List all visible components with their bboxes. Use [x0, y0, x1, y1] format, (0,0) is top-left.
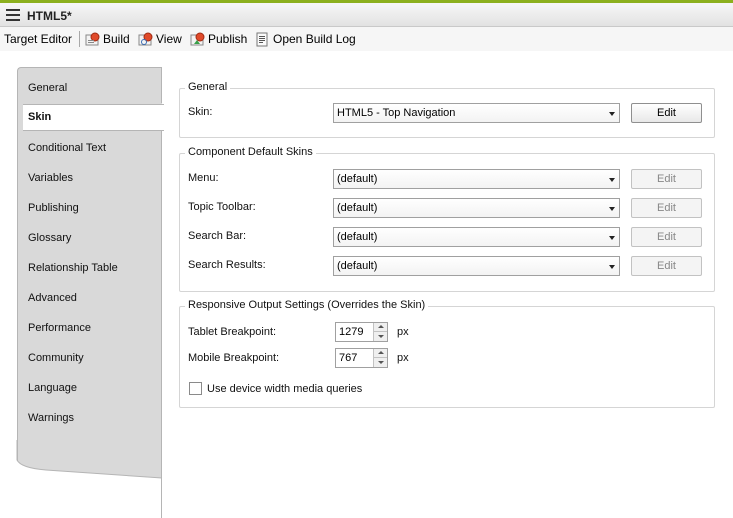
general-group: General Skin: HTML5 - Top Navigation Edi… [179, 81, 715, 138]
panel-border [161, 67, 162, 103]
panel-border [161, 131, 162, 518]
tab-relationship-table[interactable]: Relationship Table [28, 262, 118, 274]
tab-skin[interactable]: Skin [23, 104, 164, 131]
menu-edit-button[interactable]: Edit [631, 169, 702, 189]
topic-toolbar-skin-select[interactable]: (default) [333, 198, 620, 218]
tab-performance[interactable]: Performance [28, 322, 91, 334]
stepper-down-icon[interactable] [373, 332, 387, 341]
tab-community[interactable]: Community [28, 352, 84, 364]
search-bar-skin-select[interactable]: (default) [333, 227, 620, 247]
hamburger-menu-icon[interactable] [6, 9, 20, 21]
tab-conditional-text[interactable]: Conditional Text [28, 142, 106, 154]
responsive-output-group: Responsive Output Settings (Overrides th… [179, 299, 715, 408]
search-bar-edit-button[interactable]: Edit [631, 227, 702, 247]
tab-publishing[interactable]: Publishing [28, 202, 79, 214]
chevron-down-icon [609, 178, 615, 182]
title-bar: HTML5* [0, 0, 733, 27]
chevron-down-icon [609, 112, 615, 116]
general-group-legend: General [185, 81, 231, 93]
skin-label: Skin: [188, 106, 213, 118]
target-editor-label: Target Editor [4, 32, 73, 46]
tab-glossary[interactable]: Glossary [28, 232, 71, 244]
publish-icon [190, 32, 205, 45]
device-width-media-queries-label: Use device width media queries [207, 383, 363, 395]
chevron-down-icon [609, 265, 615, 269]
component-default-skins-group: Component Default Skins Menu: (default) … [179, 146, 715, 292]
tablet-breakpoint-stepper[interactable]: 1279 [335, 322, 388, 342]
chevron-down-icon [609, 207, 615, 211]
stepper-up-icon[interactable] [373, 349, 387, 358]
stepper-down-icon[interactable] [373, 358, 387, 367]
view-icon [138, 32, 153, 45]
publish-button[interactable]: Publish [190, 29, 247, 49]
responsive-group-legend: Responsive Output Settings (Overrides th… [185, 299, 429, 311]
toolbar-separator [79, 31, 80, 47]
window-title: HTML5* [27, 9, 72, 23]
tab-language[interactable]: Language [28, 382, 77, 394]
tab-advanced[interactable]: Advanced [28, 292, 77, 304]
tablet-unit-label: px [397, 326, 409, 338]
search-bar-label: Search Bar: [188, 230, 247, 242]
menu-skin-select[interactable]: (default) [333, 169, 620, 189]
topic-toolbar-edit-button[interactable]: Edit [631, 198, 702, 218]
tab-variables[interactable]: Variables [28, 172, 73, 184]
menu-label: Menu: [188, 172, 219, 184]
skin-edit-button[interactable]: Edit [631, 103, 702, 123]
tab-general[interactable]: General [28, 82, 67, 94]
build-log-icon [256, 32, 268, 46]
tablet-breakpoint-label: Tablet Breakpoint: [188, 326, 277, 338]
mobile-breakpoint-label: Mobile Breakpoint: [188, 352, 280, 364]
stepper-up-icon[interactable] [373, 323, 387, 332]
chevron-down-icon [609, 236, 615, 240]
tab-panel-curve [16, 440, 163, 500]
tab-panel: General Skin Conditional Text Variables … [17, 67, 164, 487]
tab-warnings[interactable]: Warnings [28, 412, 74, 424]
component-group-legend: Component Default Skins [185, 146, 316, 158]
search-results-skin-select[interactable]: (default) [333, 256, 620, 276]
device-width-media-queries-checkbox[interactable] [189, 382, 202, 395]
skin-select[interactable]: HTML5 - Top Navigation [333, 103, 620, 123]
search-results-label: Search Results: [188, 259, 266, 271]
search-results-edit-button[interactable]: Edit [631, 256, 702, 276]
toolbar: Target Editor Build View Publish Open Bu… [0, 27, 733, 51]
build-button[interactable]: Build [85, 29, 130, 49]
topic-toolbar-label: Topic Toolbar: [188, 201, 256, 213]
view-button[interactable]: View [138, 29, 182, 49]
build-icon [85, 32, 100, 45]
open-build-log-button[interactable]: Open Build Log [255, 29, 356, 49]
mobile-breakpoint-stepper[interactable]: 767 [335, 348, 388, 368]
mobile-unit-label: px [397, 352, 409, 364]
